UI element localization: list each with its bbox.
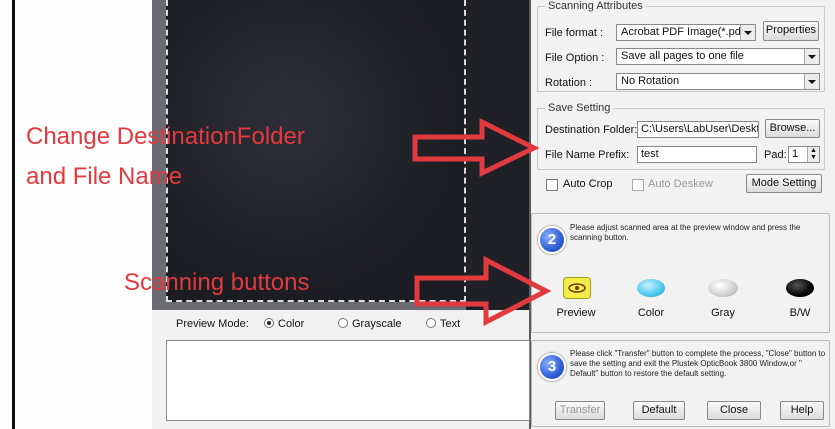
color-scan-button[interactable] [637,279,665,297]
chevron-down-icon [740,25,755,40]
file-name-prefix-field[interactable]: test [637,146,757,163]
radio-selected-icon [264,318,274,328]
annotation-scanning-buttons: Scanning buttons [124,269,310,296]
step-2-icon: 2 [538,226,566,254]
left-margin [0,0,152,429]
scanning-attributes-legend: Scanning Attributes [545,0,646,12]
pad-stepper[interactable]: 1 ▲ ▼ [788,146,820,163]
mode-setting-button[interactable]: Mode Setting [746,174,822,193]
rotation-label: Rotation : [545,77,593,89]
file-format-select[interactable]: Acrobat PDF Image(*.pdf) [616,24,756,41]
bw-scan-button[interactable] [786,279,814,297]
preview-mode-label: Preview Mode: [176,318,249,330]
browse-button[interactable]: Browse... [765,119,820,138]
left-divider [12,0,15,429]
pad-value: 1 [792,148,799,160]
auto-crop-checkbox[interactable] [546,179,558,191]
help-button[interactable]: Help [780,401,824,420]
auto-crop-label: Auto Crop [563,178,613,190]
bw-scan-label: B/W [789,307,811,319]
close-button[interactable]: Close [707,401,761,420]
step2-instruction: Please adjust scanned area at the previe… [570,223,801,242]
preview-scan-button[interactable] [563,277,591,299]
file-option-value: Save all pages to one file [621,50,744,62]
spin-arrows-icon[interactable]: ▲ ▼ [807,147,819,162]
file-option-label: File Option : [545,52,605,64]
radio-color[interactable]: Color [264,318,304,330]
info-box [166,340,530,421]
preview-scan-label: Preview [556,307,596,319]
annotation-file-name: and File Name [26,163,183,190]
annotation-arrow-icon [414,255,552,327]
gray-scan-button[interactable] [708,279,738,297]
pad-label: Pad: [764,149,787,161]
auto-deskew-label: Auto Deskew [648,178,713,190]
gray-scan-label: Gray [711,307,735,319]
chevron-down-icon [804,74,819,89]
rotation-value: No Rotation [621,75,680,87]
step3-instruction: Please click "Transfer" button to comple… [570,349,826,378]
eye-icon [568,283,586,293]
file-name-prefix-label: File Name Prefix: [545,149,630,161]
color-scan-label: Color [637,307,665,319]
annotation-change-destination: Change DestinationFolder [26,123,305,150]
radio-grayscale[interactable]: Grayscale [338,318,402,330]
step-3-icon: 3 [538,353,566,381]
annotation-arrow-icon [412,117,540,177]
file-option-select[interactable]: Save all pages to one file [616,48,820,65]
radio-color-label: Color [278,318,305,330]
chevron-down-icon [804,49,819,64]
radio-grayscale-label: Grayscale [352,318,402,330]
transfer-button[interactable]: Transfer [555,401,605,420]
file-format-label: File format : [545,27,604,39]
destination-folder-label: Destination Folder: [545,124,638,136]
destination-folder-field[interactable]: C:\Users\LabUser\Desktop [637,121,759,138]
properties-button[interactable]: Properties [763,21,819,41]
file-format-value: Acrobat PDF Image(*.pdf) [621,26,748,38]
rotation-select[interactable]: No Rotation [616,73,820,90]
save-setting-legend: Save Setting [545,102,614,114]
default-button[interactable]: Default [633,401,685,420]
radio-icon [338,318,348,328]
auto-deskew-checkbox[interactable] [632,179,644,191]
